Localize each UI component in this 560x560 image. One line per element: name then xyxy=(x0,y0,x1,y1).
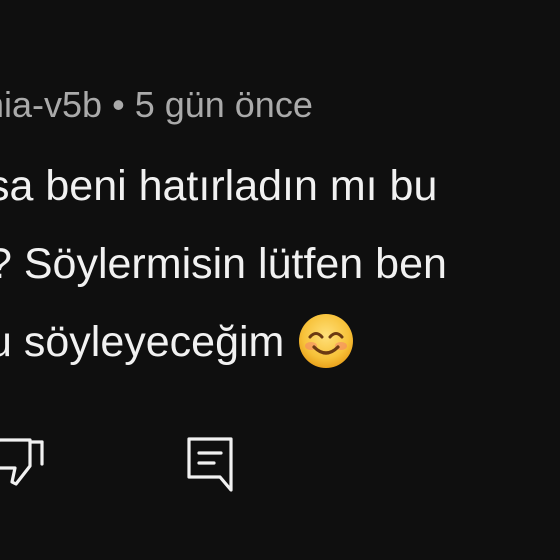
reply-button[interactable] xyxy=(186,436,234,492)
thumb-down-icon xyxy=(0,438,44,486)
comment-header: nia-v5b•5 gün önce xyxy=(0,80,313,130)
author-name[interactable]: nia-v5b xyxy=(0,84,102,125)
comment-timestamp: 5 gün önce xyxy=(134,84,313,125)
meta-separator: • xyxy=(112,84,125,125)
dislike-button[interactable] xyxy=(0,432,46,492)
comment-reply-icon xyxy=(187,437,233,492)
comment-text-line-3-text: u söyleyeceğim xyxy=(0,318,285,366)
comment-text-line-1: sa beni hatırladın mı bu xyxy=(0,162,438,210)
comment-text-line-3: u söyleyeceğim xyxy=(0,313,354,370)
comment-text-line-2: ? Söylermisin lütfen ben xyxy=(0,240,447,288)
smiling-face-emoji-icon xyxy=(299,313,354,368)
